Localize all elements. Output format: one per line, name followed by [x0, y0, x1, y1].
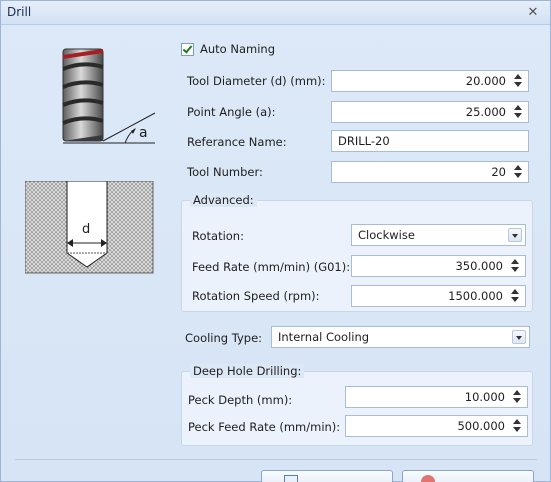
spinner-icon[interactable]	[513, 73, 525, 89]
point-angle-input[interactable]: 25.000	[331, 101, 529, 123]
peck-depth-label: Peck Depth (mm):	[188, 393, 293, 407]
footer-divider	[15, 459, 537, 460]
tool-diameter-label: Tool Diameter (d) (mm):	[187, 74, 326, 88]
auto-naming-label: Auto Naming	[200, 42, 275, 56]
peck-depth-value: 10.000	[464, 390, 505, 404]
peck-feed-rate-value: 500.000	[457, 419, 505, 433]
reference-name-input[interactable]: DRILL-20	[331, 130, 529, 152]
feed-rate-input[interactable]: 350.000	[351, 255, 526, 277]
cooling-type-label: Cooling Type:	[185, 331, 263, 345]
chevron-down-icon[interactable]	[508, 228, 522, 242]
rotation-label: Rotation:	[192, 229, 244, 243]
rotation-speed-value: 1500.000	[448, 289, 503, 303]
tool-number-value: 20	[491, 165, 506, 179]
drill-bit-illustration	[62, 48, 156, 144]
cancel-icon	[421, 475, 435, 482]
spinner-icon[interactable]	[510, 288, 522, 304]
save-icon	[284, 475, 298, 482]
check-icon	[182, 43, 193, 54]
cooling-type-value: Internal Cooling	[278, 330, 370, 344]
angle-symbol: a	[139, 125, 148, 141]
spinner-icon[interactable]	[510, 258, 522, 274]
save-button[interactable]	[261, 470, 393, 482]
cooling-type-select[interactable]: Internal Cooling	[271, 326, 530, 348]
chevron-down-icon[interactable]	[512, 330, 526, 344]
tool-diameter-value: 20.000	[465, 74, 506, 88]
spinner-icon[interactable]	[512, 418, 524, 434]
tool-number-label: Tool Number:	[187, 165, 263, 179]
peck-depth-input[interactable]: 10.000	[345, 386, 528, 408]
spinner-icon[interactable]	[513, 104, 525, 120]
point-angle-value: 25.000	[465, 105, 506, 119]
cancel-button[interactable]	[402, 470, 534, 482]
feed-rate-label: Feed Rate (mm/min) (G01):	[192, 260, 351, 274]
rotation-speed-label: Rotation Speed (rpm):	[192, 289, 320, 303]
peck-feed-rate-label: Peck Feed Rate (mm/min):	[188, 420, 341, 434]
rotation-speed-input[interactable]: 1500.000	[351, 285, 526, 307]
reference-name-value: DRILL-20	[338, 134, 390, 148]
tool-number-input[interactable]: 20	[331, 161, 529, 183]
rotation-value: Clockwise	[358, 228, 415, 242]
close-icon[interactable]: ✕	[524, 4, 542, 22]
spinner-icon[interactable]	[512, 389, 524, 405]
drill-dialog: Drill ✕ a d Auto Naming Tool Diameter (d…	[0, 0, 551, 482]
title-bar: Drill ✕	[1, 1, 550, 25]
diameter-symbol: d	[82, 222, 91, 237]
reference-name-label: Referance Name:	[187, 135, 287, 149]
point-angle-label: Point Angle (a):	[187, 105, 276, 119]
peck-feed-rate-input[interactable]: 500.000	[345, 415, 528, 437]
spinner-icon[interactable]	[513, 164, 525, 180]
window-title: Drill	[7, 5, 32, 19]
rotation-select[interactable]: Clockwise	[351, 224, 526, 246]
feed-rate-value: 350.000	[455, 259, 503, 273]
deep-hole-group-title: Deep Hole Drilling:	[190, 364, 305, 378]
auto-naming-checkbox[interactable]	[181, 43, 194, 56]
advanced-group-title: Advanced:	[190, 193, 257, 207]
tool-diameter-input[interactable]: 20.000	[331, 70, 529, 92]
